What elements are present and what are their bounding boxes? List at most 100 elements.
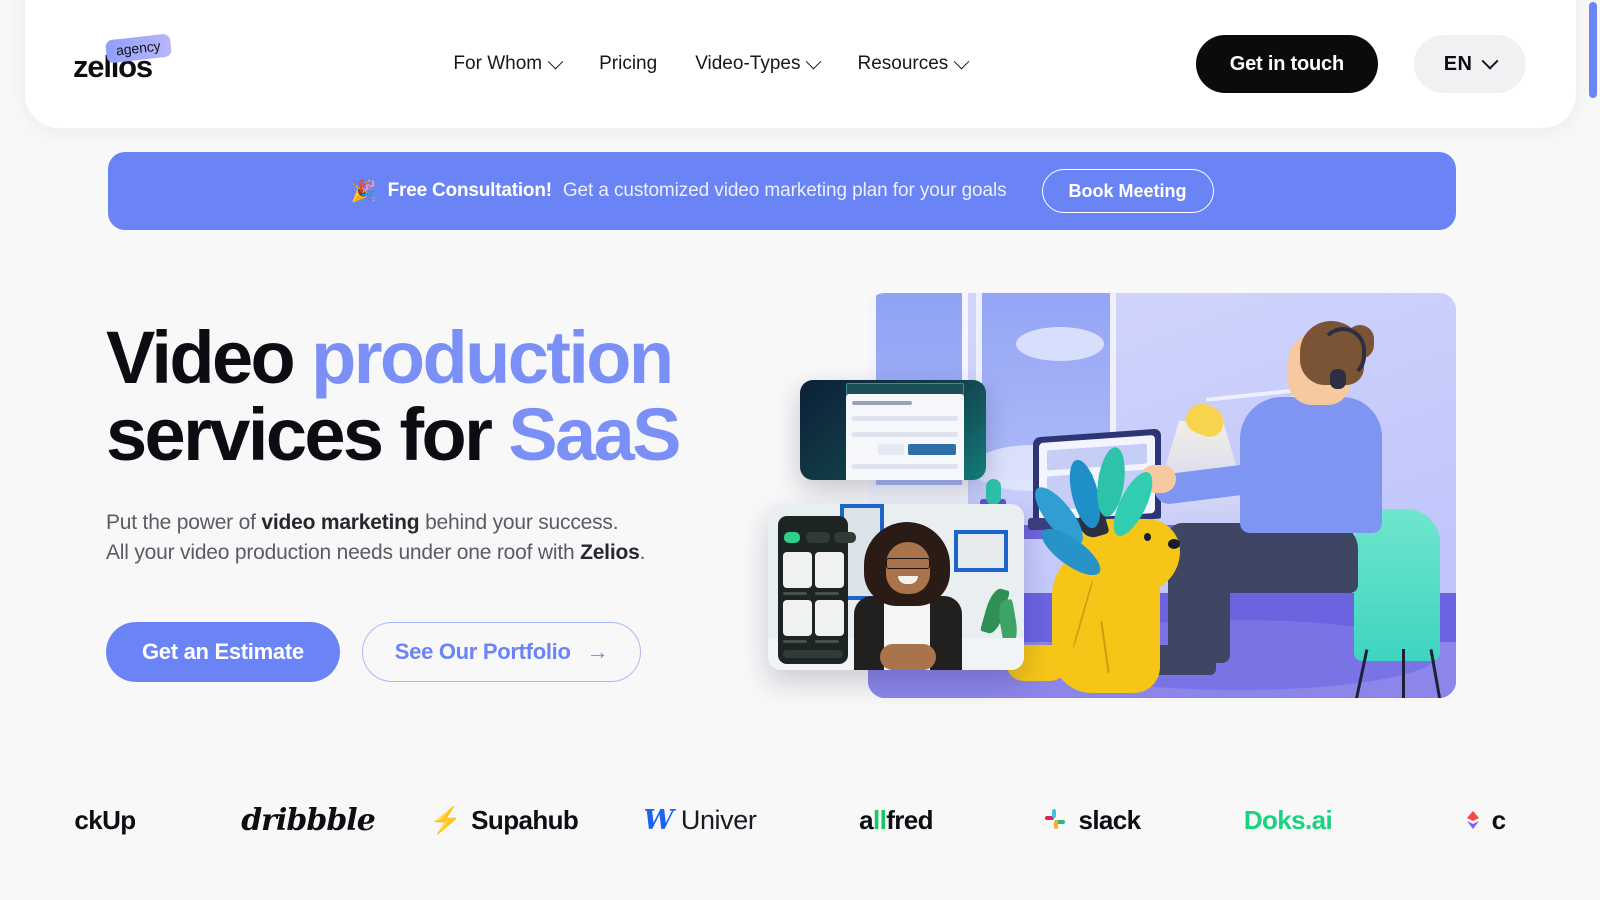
sub-text-e: .: [639, 540, 646, 564]
page-scrollbar[interactable]: [1589, 0, 1598, 900]
product-card: [815, 552, 844, 588]
sub-text-bold-1: video marketing: [261, 510, 420, 534]
promo-text: Get a customized video marketing plan fo…: [562, 180, 1007, 201]
sub-text-a: Put the power of: [106, 510, 262, 534]
client-logo-univer: W Univer: [602, 805, 798, 836]
logo-label: Doks.ai: [1243, 804, 1333, 835]
product-label: [783, 592, 807, 595]
nav-label: Pricing: [599, 53, 658, 74]
cactus-icon: [986, 479, 1001, 505]
hero-cta-row: Get an Estimate See Our Portfolio →: [106, 621, 746, 682]
arrow-right-icon: →: [586, 638, 609, 664]
phone-tab-active: [784, 532, 800, 543]
client-logo-strip: ckUp dribbble ⚡ Supahub W Univer allfred…: [0, 775, 1600, 865]
phone-navbar: [783, 650, 843, 658]
headline-accent-1: production: [311, 316, 674, 399]
headset-earcup: [1330, 369, 1346, 389]
product-card: [783, 552, 812, 588]
dog-nose: [1168, 539, 1180, 549]
mini-row: [852, 432, 958, 437]
client-logo-partial: c: [1386, 805, 1582, 836]
nav-label: Resources: [857, 53, 949, 74]
chevron-mark-icon: [1463, 808, 1483, 832]
logo-label: allfred: [859, 804, 933, 835]
slack-icon: [1043, 807, 1069, 833]
product-label: [815, 640, 839, 643]
logo-label: Supahub: [471, 804, 579, 835]
video-card-interview[interactable]: [768, 504, 1024, 670]
nav-item-video-types[interactable]: Video-Types: [695, 53, 822, 75]
hero-illustration: [760, 290, 1460, 700]
nav-label: For Whom: [453, 53, 543, 74]
client-logo-clickup: ckUp: [0, 805, 210, 836]
chair-leg: [1402, 649, 1405, 698]
phone-tab: [806, 532, 830, 543]
chevron-down-icon: [954, 53, 970, 69]
client-logo-supahub: ⚡ Supahub: [406, 805, 602, 836]
language-value: EN: [1443, 52, 1473, 75]
univer-mark-icon: W: [643, 804, 674, 836]
promo-title: Free Consultation!: [387, 180, 552, 201]
client-logo-doksai: Doks.ai: [1190, 805, 1386, 836]
phone-tab: [834, 532, 856, 543]
language-selector[interactable]: EN: [1414, 35, 1526, 93]
bolt-icon: ⚡: [429, 805, 463, 835]
nav-label: Video-Types: [695, 53, 801, 74]
cloud-icon: [1016, 327, 1104, 361]
page-title: Video production services for SaaS: [106, 319, 746, 476]
client-logo-slack: slack: [994, 805, 1190, 836]
person-hands: [880, 644, 936, 670]
get-in-touch-button[interactable]: Get in touch: [1195, 35, 1378, 93]
chevron-down-icon: [547, 53, 564, 69]
mini-details-button: [878, 444, 904, 455]
person-torso: [1240, 397, 1382, 533]
mini-row: [852, 464, 958, 469]
nav-item-for-whom[interactable]: For Whom: [453, 53, 564, 75]
glasses-icon: [886, 558, 930, 569]
logo-label: c: [1491, 804, 1506, 835]
see-our-portfolio-button[interactable]: See Our Portfolio →: [361, 621, 642, 682]
portfolio-label: See Our Portfolio: [394, 638, 571, 664]
client-logo-allfred: allfred: [798, 805, 994, 836]
mini-row: [852, 416, 958, 421]
video-card-budget-ui[interactable]: [800, 380, 986, 480]
headline-part-2: services for: [106, 392, 509, 476]
site-header: zelios agency For Whom Pricing Video-Typ…: [25, 0, 1576, 128]
mini-add-to-budget-button: [908, 444, 956, 455]
phone-mockup: [778, 516, 856, 664]
product-card: [783, 600, 812, 636]
logo-agency-badge: agency: [104, 33, 172, 64]
product-label: [783, 640, 807, 643]
sub-text-c: behind your success.: [419, 510, 619, 534]
get-an-estimate-button[interactable]: Get an Estimate: [106, 621, 340, 682]
sub-text-d: All your video production needs under on…: [106, 540, 581, 564]
wall-frame: [954, 530, 1008, 572]
foliage-plant: [1027, 443, 1166, 584]
nav-item-resources[interactable]: Resources: [857, 53, 970, 75]
party-popper-icon: 🎉: [350, 179, 377, 203]
hero-subtitle: Put the power of video marketing behind …: [106, 508, 746, 568]
headline-part-1: Video: [106, 316, 312, 399]
mini-panel: [846, 394, 964, 480]
mini-row: [852, 401, 912, 405]
site-logo[interactable]: zelios agency: [73, 33, 203, 91]
page-root: zelios agency For Whom Pricing Video-Typ…: [0, 0, 1600, 900]
logo-label: dribbble: [241, 802, 376, 838]
headline-accent-2: SaaS: [508, 392, 681, 476]
main-navigation: For Whom Pricing Video-Types Resources: [225, 53, 1196, 75]
chevron-down-icon: [1481, 52, 1499, 70]
nav-item-pricing[interactable]: Pricing: [599, 53, 657, 75]
product-card: [815, 600, 844, 636]
logo-label: slack: [1078, 804, 1141, 835]
hero-text-block: Video production services for SaaS Put t…: [106, 319, 746, 682]
chevron-down-icon: [806, 53, 822, 69]
promo-banner: 🎉 Free Consultation! Get a customized vi…: [108, 152, 1456, 230]
header-actions: Get in touch EN: [1195, 35, 1526, 93]
promo-message: 🎉 Free Consultation! Get a customized vi…: [350, 180, 1006, 202]
book-meeting-button[interactable]: Book Meeting: [1041, 169, 1214, 213]
sub-text-bold-2: Zelios: [580, 540, 640, 564]
logo-label: ckUp: [74, 804, 136, 835]
client-logo-dribbble: dribbble: [210, 803, 406, 838]
logo-label: Univer: [680, 804, 757, 835]
scrollbar-thumb[interactable]: [1589, 2, 1597, 98]
